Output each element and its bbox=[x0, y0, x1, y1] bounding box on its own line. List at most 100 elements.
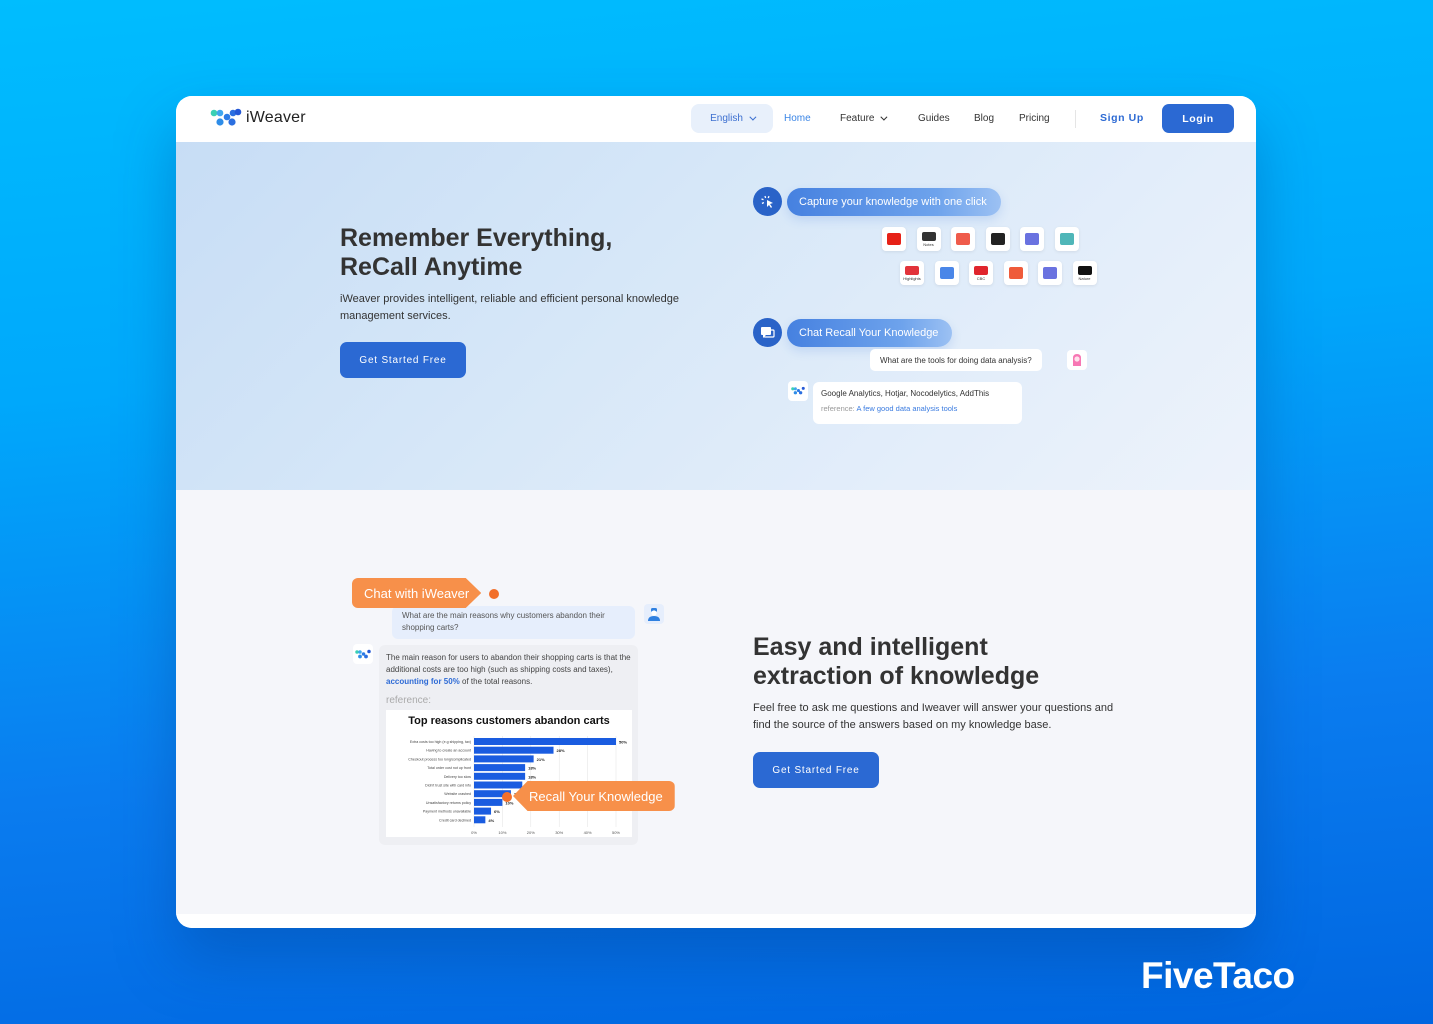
hero-title-line1: Remember Everything, bbox=[340, 224, 613, 252]
hero-title-line2: ReCall Anytime bbox=[340, 253, 523, 281]
source-bbc-icon bbox=[985, 227, 1010, 251]
section-description: Feel free to ask me questions and Iweave… bbox=[753, 702, 1114, 731]
bar bbox=[474, 781, 523, 789]
chat-tag-label: Chat with iWeaver bbox=[364, 585, 470, 601]
section-title-line2: extraction of knowledge bbox=[753, 662, 1040, 690]
x-tick-label: 10% bbox=[498, 830, 506, 835]
source-glyph bbox=[990, 233, 1005, 245]
source-txt-icon bbox=[1038, 261, 1062, 285]
source-epub-icon bbox=[1054, 227, 1079, 251]
language-label: English bbox=[710, 113, 743, 124]
source-ppt-icon bbox=[1003, 261, 1028, 285]
value-label: 50% bbox=[619, 740, 627, 745]
bar bbox=[474, 755, 534, 763]
recall-tag-label: Recall Your Knowledge bbox=[529, 788, 663, 804]
source-glyph bbox=[974, 265, 988, 275]
get-started-button[interactable]: Get Started Free bbox=[753, 752, 879, 788]
category-label: Delivery too slow bbox=[444, 775, 472, 779]
source-notes-icon: Notes bbox=[916, 227, 941, 251]
hero-section: Remember Everything, ReCall Anytime iWea… bbox=[176, 142, 1256, 490]
bar bbox=[474, 746, 554, 754]
x-tick-label: 40% bbox=[584, 830, 592, 835]
top-nav: iWeaver English Home Feature Guides Blog… bbox=[176, 96, 1256, 142]
source-glyph bbox=[1008, 267, 1023, 279]
capture-pill: Capture your knowledge with one click bbox=[787, 188, 1001, 216]
source-word-icon bbox=[934, 261, 959, 285]
source-glyph bbox=[1025, 233, 1039, 245]
source-glyph bbox=[887, 233, 901, 245]
signup-link[interactable]: Sign Up bbox=[1100, 112, 1144, 124]
answer-bubble: Google Analytics, Hotjar, Nocodelytics, … bbox=[813, 382, 1022, 424]
fivetaco-brand: FiveTaco bbox=[1141, 955, 1295, 996]
cart-abandon-chart: Top reasons customers abandon carts 0% 10%… bbox=[386, 710, 632, 837]
user-avatar-icon bbox=[1067, 350, 1087, 370]
nav-pricing[interactable]: Pricing bbox=[1019, 113, 1050, 124]
browser-window: iWeaver English Home Feature Guides Blog… bbox=[176, 96, 1256, 928]
nav-feature[interactable]: Feature bbox=[840, 113, 888, 124]
value-label: 21% bbox=[537, 757, 545, 762]
tag-dot bbox=[502, 792, 512, 802]
bar bbox=[474, 816, 486, 824]
hero-description: iWeaver provides intelligent, reliable a… bbox=[340, 293, 679, 322]
tag-dot bbox=[489, 589, 499, 599]
source-nature-icon: Nature bbox=[1072, 261, 1097, 285]
source-glyph bbox=[921, 231, 936, 241]
chat-recall-pill: Chat Recall Your Knowledge bbox=[787, 319, 953, 347]
source-glyph bbox=[939, 267, 954, 279]
source-pdf-icon bbox=[951, 227, 975, 251]
category-label: Credit card declined bbox=[439, 818, 471, 822]
nav-divider bbox=[1075, 110, 1076, 128]
section-title-line1: Easy and intelligent bbox=[753, 633, 988, 661]
chat-icon bbox=[753, 318, 782, 347]
logo[interactable]: iWeaver bbox=[210, 107, 306, 129]
value-label: 18% bbox=[528, 766, 536, 771]
login-button[interactable]: Login bbox=[1162, 104, 1234, 133]
nav-home[interactable]: Home bbox=[784, 113, 811, 124]
chevron-down-icon bbox=[749, 113, 757, 121]
nav-blog[interactable]: Blog bbox=[974, 113, 994, 124]
nav-feature-label: Feature bbox=[840, 113, 875, 124]
iweaver-logo-icon bbox=[210, 108, 242, 126]
user-avatar-icon bbox=[644, 604, 664, 624]
value-label: 6% bbox=[494, 809, 500, 814]
chevron-down-icon bbox=[880, 113, 888, 121]
value-label: 4% bbox=[488, 818, 494, 823]
category-label: Extra costs too high (e.g shipping, tax) bbox=[410, 740, 471, 744]
question-bubble: What are the tools for doing data analys… bbox=[870, 349, 1042, 371]
source-glyph bbox=[956, 233, 970, 245]
language-select[interactable]: English bbox=[691, 104, 773, 133]
source-glyph bbox=[1077, 265, 1092, 275]
chart-title: Top reasons customers abandon carts bbox=[408, 715, 610, 727]
category-label: Payment methods unavailable bbox=[423, 810, 471, 814]
category-label: Total order cost not up front bbox=[427, 766, 471, 770]
click-capture-icon bbox=[753, 187, 782, 216]
value-label: 28% bbox=[557, 748, 565, 753]
answer-text: Google Analytics, Hotjar, Nocodelytics, … bbox=[821, 389, 990, 398]
category-label: Website crashed bbox=[444, 792, 471, 796]
reference-label: reference: bbox=[386, 695, 432, 706]
source-highlights-icon: Highlights bbox=[900, 261, 924, 285]
source-image-icon bbox=[1020, 227, 1044, 251]
source-glyph bbox=[1043, 267, 1057, 279]
reference-label: reference: bbox=[821, 404, 855, 413]
source-caption: CBC bbox=[976, 275, 986, 281]
window-footer-strip bbox=[176, 914, 1256, 928]
category-label: Unsatisfactory returns policy bbox=[426, 801, 471, 805]
nav-guides[interactable]: Guides bbox=[918, 113, 950, 124]
category-label: Having to create an account bbox=[426, 749, 471, 753]
chat-with-iweaver-tag: Chat with iWeaver bbox=[352, 578, 482, 608]
chat-question: What are the main reasons why customers … bbox=[392, 606, 635, 639]
source-cbc-icon: CBC bbox=[969, 261, 993, 285]
section-title: Easy and intelligent extraction of knowl… bbox=[753, 633, 1039, 691]
bar bbox=[474, 798, 503, 806]
reference-link[interactable]: A few good data analysis tools bbox=[856, 404, 957, 413]
source-caption: Nature bbox=[1078, 275, 1091, 281]
source-glyph bbox=[1059, 233, 1074, 245]
answer-highlight: accounting for 50% bbox=[386, 677, 460, 686]
reference-row: reference: A few good data analysis tool… bbox=[821, 404, 1014, 413]
answer-text-pre: The main reason for users to abandon the… bbox=[386, 653, 631, 674]
source-glyph bbox=[905, 265, 919, 275]
get-started-button[interactable]: Get Started Free bbox=[340, 342, 466, 378]
source-caption: Highlights bbox=[903, 275, 921, 281]
extraction-section: What are the main reasons why customers … bbox=[176, 490, 1256, 914]
